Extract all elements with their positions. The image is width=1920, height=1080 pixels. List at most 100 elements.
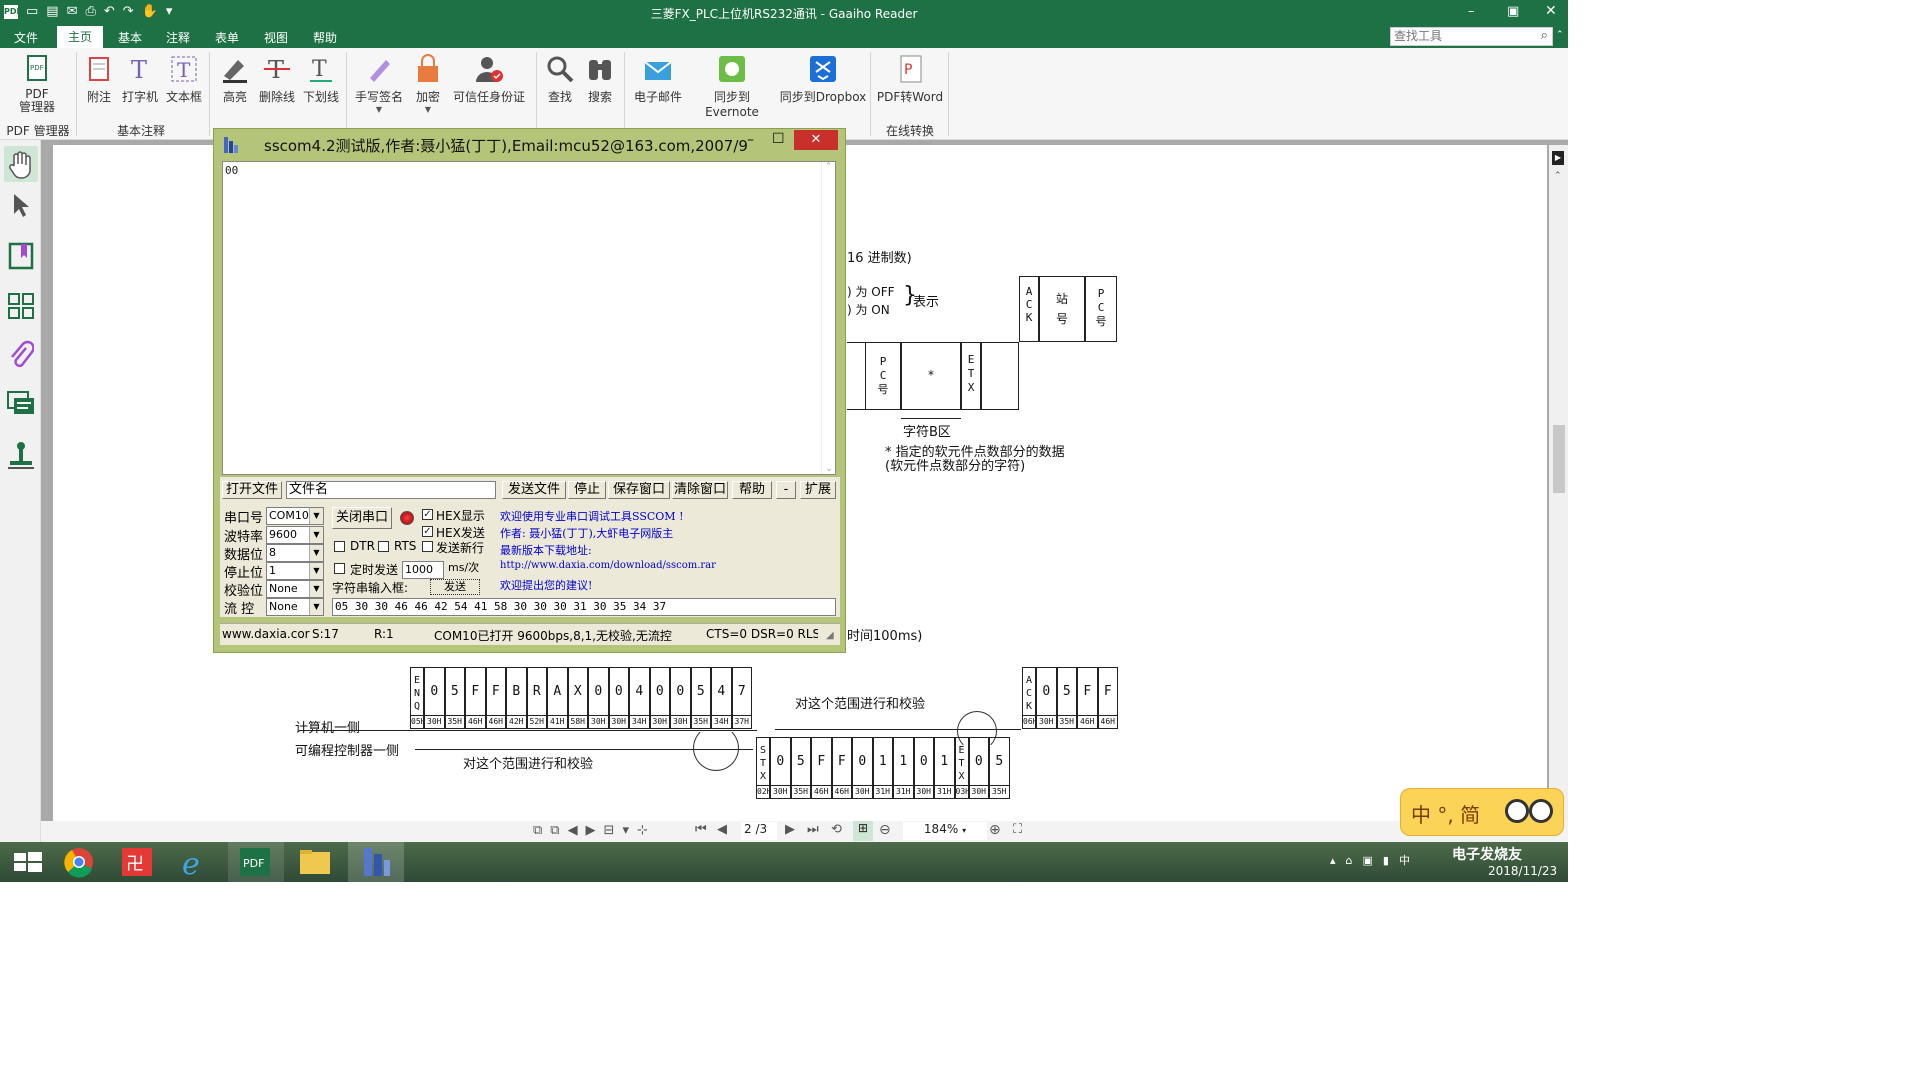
minus-button[interactable]: - <box>776 481 796 499</box>
gaaiho-reader-taskbar-icon[interactable]: PDF <box>228 842 284 882</box>
internet-explorer-icon[interactable]: e <box>168 842 224 882</box>
menu-help[interactable]: 帮助 <box>313 29 337 46</box>
stamp-icon[interactable] <box>6 440 36 473</box>
underline-button[interactable]: T 下划线 <box>300 54 342 105</box>
encrypt-button[interactable]: 加密 ▼ <box>412 54 444 114</box>
port-select[interactable]: COM10 ▼ <box>266 507 324 525</box>
bookmark-icon[interactable] <box>8 242 34 273</box>
info-url-link[interactable]: http://www.daxia.com/download/sscom.rar <box>500 560 716 571</box>
menu-file[interactable]: 文件 <box>14 29 38 46</box>
minimize-button[interactable]: – <box>1468 4 1475 19</box>
menu-view[interactable]: 视图 <box>264 29 288 46</box>
system-tray-icons[interactable]: ▴⌂▣▮中 <box>1330 852 1420 868</box>
scroll-down-icon[interactable]: ⌄ <box>822 464 836 474</box>
rotate-icon[interactable]: ⟲ <box>831 822 842 837</box>
chevron-down-icon[interactable]: ▼ <box>309 563 323 579</box>
dialog-title-bar[interactable]: sscom4.2测试版,作者:聂小猛(丁丁),Email:mcu52@163.c… <box>214 129 845 159</box>
next-page-icon[interactable]: ▶ <box>785 822 795 837</box>
sscom-taskbar-icon[interactable] <box>348 842 404 882</box>
sscom-dialog[interactable]: sscom4.2测试版,作者:聂小猛(丁丁),Email:mcu52@163.c… <box>213 128 846 653</box>
collapse-ribbon-icon[interactable]: ⌃ <box>1556 30 1564 40</box>
hex-send-checkbox[interactable]: ✓ <box>422 526 433 537</box>
save-window-button[interactable]: 保存窗口 <box>608 481 670 499</box>
send-hex-input[interactable]: 05 30 30 46 46 42 54 41 58 30 30 30 31 3… <box>332 598 836 616</box>
pdf-to-word-button[interactable]: P PDF转Word <box>876 54 944 105</box>
email-button[interactable]: 电子邮件 <box>630 54 686 105</box>
thumbnails-icon[interactable] <box>8 292 34 323</box>
menu-comment[interactable]: 注释 <box>166 29 190 46</box>
fullscreen-icon[interactable]: ⛶ <box>1013 822 1022 837</box>
stopbits-select[interactable]: 1 ▼ <box>266 562 324 580</box>
find-button[interactable]: 查找 <box>544 54 576 105</box>
chrome-icon[interactable] <box>52 842 108 882</box>
chevron-down-icon[interactable]: ▼ <box>309 508 323 524</box>
evernote-button[interactable]: 同步到Evernote <box>688 54 776 119</box>
dropbox-button[interactable]: 同步到Dropbox <box>778 54 868 105</box>
prev-page-icon[interactable]: ◀ <box>717 822 727 837</box>
panel-toggle-icon[interactable]: ▶ <box>1552 151 1564 165</box>
pdf-manager-button[interactable]: PDF PDF 管理器 <box>14 54 60 114</box>
scroll-up-icon[interactable]: ⌃ <box>822 162 835 172</box>
last-page-icon[interactable]: ⏭ <box>807 822 819 837</box>
databits-select[interactable]: 8 ▼ <box>266 544 324 562</box>
first-page-icon[interactable]: ⏮ <box>695 822 707 837</box>
search-icon[interactable]: ⌕ <box>1541 28 1548 43</box>
stop-button[interactable]: 停止 <box>568 481 606 499</box>
chevron-down-icon[interactable]: ▼ <box>309 527 323 543</box>
comments-icon[interactable] <box>6 390 36 423</box>
send-button[interactable]: 发送 <box>430 579 480 595</box>
dtr-checkbox[interactable] <box>334 541 345 552</box>
strikethrough-button[interactable]: T 删除线 <box>256 54 298 105</box>
send-file-button[interactable]: 发送文件 <box>502 481 566 499</box>
file-explorer-icon[interactable] <box>288 842 344 882</box>
highlight-button[interactable]: 高亮 <box>218 54 252 105</box>
zoom-out-icon[interactable]: ⊖ <box>879 822 891 838</box>
search-box[interactable]: ⌕ <box>1390 27 1553 46</box>
textbox-button[interactable]: T 文本框 <box>164 54 204 105</box>
note-button[interactable]: 附注 <box>84 54 114 105</box>
zoom-select[interactable]: 184% ▾ <box>903 822 987 840</box>
dialog-maximize-button[interactable]: ☐ <box>772 131 785 147</box>
close-port-button[interactable]: 关闭串口 <box>332 507 392 529</box>
trusted-id-button[interactable]: 可信任身份证 <box>448 54 530 105</box>
dialog-close-button[interactable]: ✕ <box>794 130 838 150</box>
rts-checkbox[interactable] <box>378 541 389 552</box>
chevron-down-icon[interactable]: ▼ <box>309 581 323 597</box>
close-window-button[interactable]: ✕ <box>1545 3 1557 19</box>
view-tools-icons[interactable]: ⧉⧉◀▶⊟▾⊹ <box>533 823 656 838</box>
select-arrow-icon[interactable] <box>10 192 32 221</box>
app-red-icon[interactable]: 卍 <box>110 842 166 882</box>
vertical-scrollbar[interactable]: ▶ ⌃ <box>1549 145 1568 821</box>
dialog-minimize-button[interactable]: – <box>747 132 754 148</box>
expand-button[interactable]: 扩展 <box>800 481 836 499</box>
fit-page-icon[interactable]: ⊞ <box>853 821 873 841</box>
timed-send-checkbox[interactable] <box>334 563 345 574</box>
zoom-in-icon[interactable]: ⊕ <box>989 822 1001 838</box>
send-newline-checkbox[interactable] <box>422 541 433 552</box>
menu-form[interactable]: 表单 <box>215 29 239 46</box>
start-button[interactable] <box>0 842 56 882</box>
chevron-down-icon[interactable]: ▼ <box>309 545 323 561</box>
hex-display-checkbox[interactable]: ✓ <box>422 509 433 520</box>
search-button[interactable]: 搜索 <box>584 54 616 105</box>
receive-scrollbar[interactable]: ⌃ ⌄ <box>821 162 835 474</box>
parity-select[interactable]: None ▼ <box>266 580 324 598</box>
hand-tool-button[interactable] <box>4 146 38 182</box>
open-file-button[interactable]: 打开文件 <box>222 481 282 499</box>
attachment-icon[interactable] <box>8 340 35 373</box>
menu-home[interactable]: 主页 <box>57 26 103 48</box>
page-number-input[interactable]: 2 /3 <box>741 822 777 840</box>
scroll-thumb[interactable] <box>1553 425 1565 493</box>
restore-button[interactable]: ▣ <box>1507 4 1519 19</box>
help-button[interactable]: 帮助 <box>732 481 772 499</box>
interval-input[interactable]: 1000 <box>402 561 444 579</box>
baud-select[interactable]: 9600 ▼ <box>266 526 324 544</box>
filename-field[interactable]: 文件名 <box>286 481 496 499</box>
flow-select[interactable]: None ▼ <box>266 598 324 616</box>
menu-basic[interactable]: 基本 <box>118 29 142 46</box>
resize-grip-icon[interactable]: ◢ <box>826 630 834 641</box>
clear-window-button[interactable]: 清除窗口 <box>672 481 728 499</box>
receive-area[interactable]: 00 ⌃ ⌄ <box>222 161 836 475</box>
signature-button[interactable]: 手写签名 ▼ <box>352 54 406 114</box>
scroll-up-icon[interactable]: ⌃ <box>1554 171 1562 181</box>
